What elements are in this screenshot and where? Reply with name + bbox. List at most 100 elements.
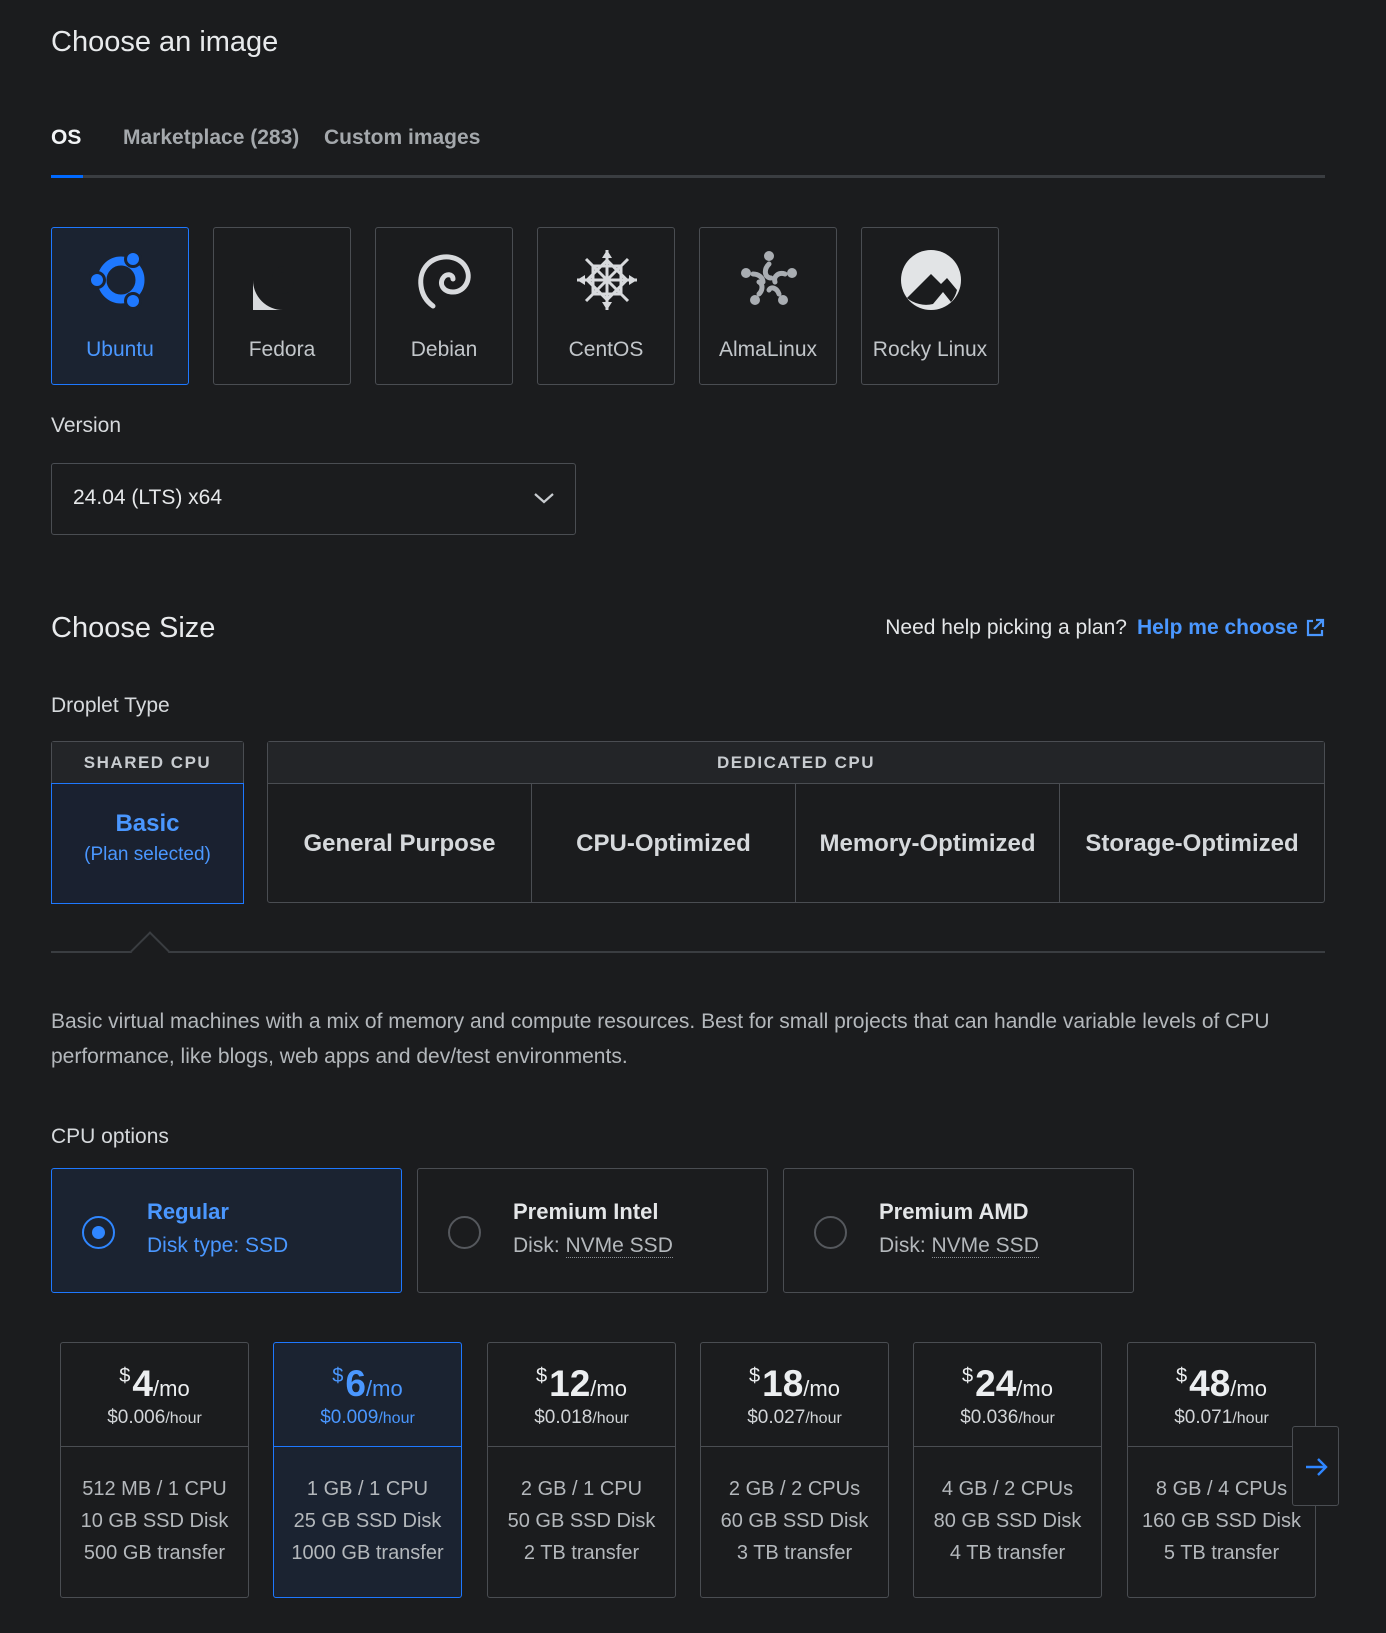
help-me-choose-link[interactable]: Help me choose xyxy=(1137,616,1298,640)
plan-transfer: 2 TB transfer xyxy=(523,1542,640,1564)
plan-price-area: $24/mo $0.036/hour xyxy=(914,1343,1101,1447)
size-section-title: Choose Size xyxy=(51,612,216,644)
shared-cpu-header: SHARED CPU xyxy=(52,742,243,784)
plan-card[interactable]: $18/mo $0.027/hour 2 GB / 2 CPUs 60 GB SSD … xyxy=(700,1342,889,1598)
plan-transfer: 500 GB transfer xyxy=(83,1542,226,1564)
shared-cpu-group: SHARED CPU Basic (Plan selected) xyxy=(51,741,244,904)
plan-disk: 50 GB SSD Disk xyxy=(507,1510,656,1532)
next-plans-button[interactable] xyxy=(1292,1426,1339,1506)
tab-marketplace[interactable]: Marketplace (283) xyxy=(123,126,299,150)
os-label-centos: CentOS xyxy=(568,338,644,361)
droplet-type-cpu-optimized[interactable]: CPU-Optimized xyxy=(532,784,796,903)
plan-price-area: $4/mo $0.006/hour xyxy=(61,1343,248,1447)
os-option-centos[interactable]: CentOS xyxy=(537,227,675,385)
plan-transfer: 4 TB transfer xyxy=(949,1542,1066,1564)
cpu-option-title: Regular xyxy=(147,1199,229,1224)
plan-card[interactable]: $24/mo $0.036/hour 4 GB / 2 CPUs 80 GB SSD … xyxy=(913,1342,1102,1598)
plan-hourly-price: $0.006/hour xyxy=(61,1407,248,1429)
plan-price-area: $48/mo $0.071/hour xyxy=(1128,1343,1315,1447)
os-option-rocky-linux[interactable]: Rocky Linux xyxy=(861,227,999,385)
tab-custom-images[interactable]: Custom images xyxy=(324,126,480,150)
hourly-amount: $0.071 xyxy=(1174,1407,1233,1428)
os-label-rocky-linux: Rocky Linux xyxy=(872,338,988,361)
price-period: /mo xyxy=(1016,1376,1053,1401)
plan-monthly-price: $6/mo xyxy=(274,1343,461,1405)
chevron-down-icon xyxy=(534,493,554,504)
currency-symbol: $ xyxy=(749,1365,761,1387)
cpu-option-title: Premium AMD xyxy=(879,1199,1029,1224)
cpu-option-premium-intel[interactable]: Premium Intel Disk: NVMe SSD xyxy=(417,1168,768,1293)
price-period: /mo xyxy=(803,1376,840,1401)
plan-monthly-price: $4/mo xyxy=(61,1343,248,1405)
plan-specs: 512 MB / 1 CPU 10 GB SSD Disk 500 GB trans… xyxy=(61,1447,248,1569)
hourly-unit: /hour xyxy=(592,1410,629,1427)
almalinux-icon xyxy=(741,251,797,305)
plan-memory-cpu: 512 MB / 1 CPU xyxy=(82,1478,227,1500)
os-label-debian: Debian xyxy=(410,338,478,361)
cpu-option-premium-amd[interactable]: Premium AMD Disk: NVMe SSD xyxy=(783,1168,1134,1293)
os-option-fedora[interactable]: Fedora xyxy=(213,227,351,385)
version-label: Version xyxy=(51,414,122,437)
image-section-title: Choose an image xyxy=(51,26,279,58)
ubuntu-icon xyxy=(89,250,145,310)
plan-price-area: $18/mo $0.027/hour xyxy=(701,1343,888,1447)
tab-os[interactable]: OS xyxy=(51,126,81,150)
basic-label: Basic xyxy=(115,810,180,837)
radio-premium-amd[interactable] xyxy=(814,1216,847,1249)
currency-symbol: $ xyxy=(332,1365,344,1387)
plan-hourly-price: $0.009/hour xyxy=(274,1407,461,1429)
cpu-option-disk: Disk: NVMe SSD xyxy=(513,1234,673,1258)
cpu-option-disk: Disk: NVMe SSD xyxy=(879,1234,1039,1258)
external-link-icon[interactable] xyxy=(1304,617,1326,639)
hourly-amount: $0.009 xyxy=(320,1407,379,1428)
basic-plan-selected: (Plan selected) xyxy=(84,844,211,865)
os-label-ubuntu: Ubuntu xyxy=(86,338,154,361)
plan-disk: 10 GB SSD Disk xyxy=(80,1510,229,1532)
hourly-unit: /hour xyxy=(1018,1410,1055,1427)
plan-memory-cpu: 1 GB / 1 CPU xyxy=(306,1478,429,1500)
hourly-amount: $0.006 xyxy=(107,1407,166,1428)
radio-regular[interactable] xyxy=(82,1216,115,1249)
cpu-option-regular[interactable]: Regular Disk type: SSD xyxy=(51,1168,402,1293)
hourly-unit: /hour xyxy=(805,1410,842,1427)
price-period: /mo xyxy=(366,1376,403,1401)
plan-memory-cpu: 4 GB / 2 CPUs xyxy=(941,1478,1074,1500)
currency-symbol: $ xyxy=(119,1365,131,1387)
disk-type-tooltip[interactable]: NVMe SSD xyxy=(931,1234,1039,1258)
plan-hourly-price: $0.071/hour xyxy=(1128,1407,1315,1429)
droplet-type-basic[interactable]: Basic (Plan selected) xyxy=(51,783,244,904)
radio-premium-intel[interactable] xyxy=(448,1216,481,1249)
plan-memory-cpu: 8 GB / 4 CPUs xyxy=(1155,1478,1288,1500)
currency-symbol: $ xyxy=(962,1365,974,1387)
price-amount: 24 xyxy=(975,1363,1017,1404)
plan-specs: 2 GB / 2 CPUs 60 GB SSD Disk 3 TB transfer xyxy=(701,1447,888,1569)
price-period: /mo xyxy=(153,1376,190,1401)
disk-type-tooltip[interactable]: NVMe SSD xyxy=(565,1234,673,1258)
price-amount: 6 xyxy=(345,1363,366,1404)
plan-card[interactable]: $4/mo $0.006/hour 512 MB / 1 CPU 10 GB SSD … xyxy=(60,1342,249,1598)
hourly-amount: $0.036 xyxy=(960,1407,1019,1428)
os-option-ubuntu[interactable]: Ubuntu xyxy=(51,227,189,385)
plan-transfer: 3 TB transfer xyxy=(736,1542,853,1564)
droplet-type-general-purpose[interactable]: General Purpose xyxy=(268,784,532,903)
plan-card[interactable]: $6/mo $0.009/hour 1 GB / 1 CPU 25 GB SSD Di… xyxy=(273,1342,462,1598)
help-text: Need help picking a plan? xyxy=(885,616,1127,639)
os-option-debian[interactable]: Debian xyxy=(375,227,513,385)
os-option-almalinux[interactable]: AlmaLinux xyxy=(699,227,837,385)
plan-card[interactable]: $48/mo $0.071/hour 8 GB / 4 CPUs 160 GB SSD… xyxy=(1127,1342,1316,1598)
rocky-linux-icon xyxy=(901,250,961,310)
plan-card[interactable]: $12/mo $0.018/hour 2 GB / 1 CPU 50 GB SSD D… xyxy=(487,1342,676,1598)
currency-symbol: $ xyxy=(1176,1365,1188,1387)
plan-specs: 1 GB / 1 CPU 25 GB SSD Disk 1000 GB transf… xyxy=(274,1447,461,1569)
os-label-almalinux: AlmaLinux xyxy=(718,338,818,361)
arrow-right-icon xyxy=(1306,1458,1328,1476)
price-period: /mo xyxy=(1230,1376,1267,1401)
dedicated-cpu-group: DEDICATED CPU General Purpose CPU-Optimi… xyxy=(267,741,1325,903)
currency-symbol: $ xyxy=(536,1365,548,1387)
price-amount: 12 xyxy=(549,1363,591,1404)
image-tabs: OS Marketplace (283) Custom images xyxy=(51,120,1325,178)
plan-disk: 25 GB SSD Disk xyxy=(293,1510,442,1532)
droplet-type-storage-optimized[interactable]: Storage-Optimized xyxy=(1060,784,1324,903)
version-select[interactable]: 24.04 (LTS) x64 xyxy=(51,463,576,535)
droplet-type-memory-optimized[interactable]: Memory-Optimized xyxy=(796,784,1060,903)
